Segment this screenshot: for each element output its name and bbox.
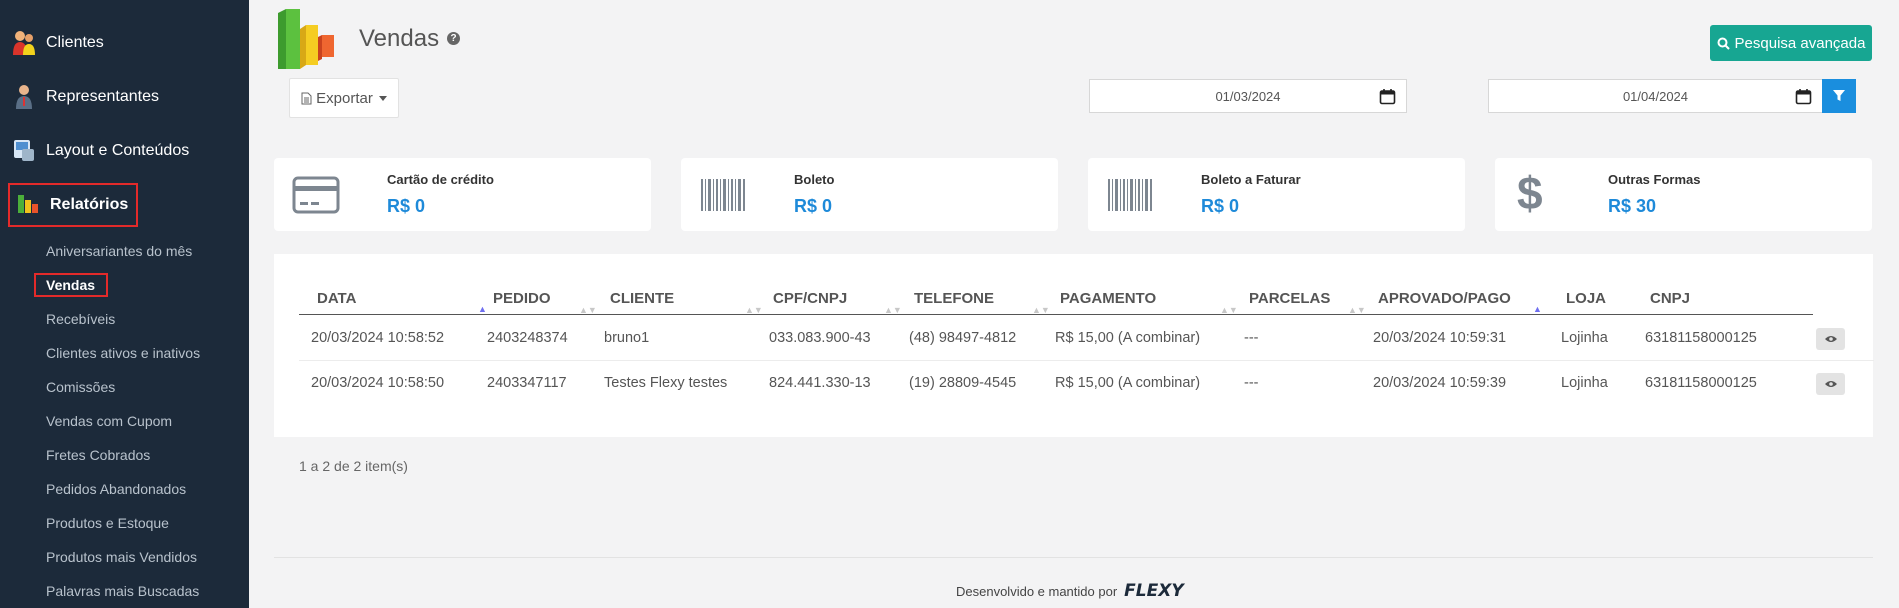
column-header-pagamento[interactable]: PAGAMENTO ▲▼ — [1060, 284, 1238, 315]
sidebar-item-label: Layout e Conteúdos — [46, 142, 190, 159]
view-order-button[interactable] — [1816, 373, 1845, 395]
filter-button[interactable] — [1822, 79, 1856, 113]
table-footer: 1 a 2 de 2 item(s) — [274, 437, 1873, 514]
summary-card-boleto: Boleto R$ 0 — [681, 158, 1058, 231]
reports-submenu: Aniversariantes do mês Vendas Recebíveis… — [0, 232, 249, 608]
sidebar-item-label: Relatórios — [50, 196, 129, 213]
column-header-cnpj[interactable]: CNPJ — [1650, 284, 1690, 314]
search-icon — [1717, 37, 1730, 50]
flexy-logo[interactable]: FLEXY — [1124, 581, 1183, 601]
column-header-cpf[interactable]: CPF/CNPJ ▲▼ — [773, 284, 902, 315]
sidebar-item-relatorios[interactable]: Relatórios — [0, 178, 249, 232]
reports-icon — [16, 191, 40, 219]
clients-icon — [12, 29, 36, 57]
sidebar-item-representantes[interactable]: Representantes — [0, 70, 249, 124]
calendar-icon[interactable] — [1795, 88, 1812, 105]
pagination-info: 1 a 2 de 2 item(s) — [299, 458, 408, 474]
svg-text:$: $ — [1517, 171, 1543, 215]
card-value: R$ 30 — [1608, 196, 1657, 216]
sidebar-item-label: Representantes — [46, 88, 159, 105]
sidebar-item-label: Clientes — [46, 34, 104, 51]
filter-icon — [1833, 90, 1845, 101]
layout-icon — [12, 137, 36, 165]
column-header-parcelas[interactable]: PARCELAS ▲▼ — [1249, 284, 1366, 315]
eye-icon — [1824, 336, 1837, 342]
main-content: Vendas ? Pesquisa avançada Exportar 01/0… — [249, 0, 1899, 608]
card-value: R$ 0 — [387, 196, 426, 216]
submenu-item-vendas-cupom[interactable]: Vendas com Cupom — [0, 404, 249, 438]
sales-table-panel: DATA ▲ PEDIDO ▲▼ CLIENTE ▲▼ CPF/CNPJ ▲▼ TELE… — [274, 254, 1874, 514]
card-label: Boleto a Faturar — [1201, 172, 1301, 187]
dollar-icon: $ — [1517, 171, 1543, 215]
calendar-icon[interactable] — [1379, 88, 1396, 105]
page-footer: Desenvolvido e mantido por FLEXY — [956, 581, 1184, 601]
table-row: 20/03/2024 10:58:50 2403347117 Testes Fl… — [299, 361, 1874, 406]
submenu-item-clientes-ativos[interactable]: Clientes ativos e inativos — [0, 336, 249, 370]
card-label: Cartão de crédito — [387, 172, 494, 187]
sidebar: Clientes Representantes Layout e Conteúd… — [0, 0, 249, 608]
card-value: R$ 0 — [1201, 196, 1240, 216]
view-order-button[interactable] — [1816, 328, 1845, 350]
summary-card-boleto-faturar: Boleto a Faturar R$ 0 — [1088, 158, 1465, 231]
summary-card-outras: $ Outras Formas R$ 30 — [1495, 158, 1872, 231]
submenu-item-produtos-estoque[interactable]: Produtos e Estoque — [0, 506, 249, 540]
submenu-item-palavras-buscadas[interactable]: Palavras mais Buscadas — [0, 574, 249, 608]
footer-text: Desenvolvido e mantido por — [956, 583, 1118, 599]
barcode-icon — [701, 179, 745, 211]
submenu-item-comissoes[interactable]: Comissões — [0, 370, 249, 404]
start-date-input[interactable]: 01/03/2024 — [1089, 79, 1407, 113]
credit-card-icon — [292, 176, 340, 214]
column-header-cliente[interactable]: CLIENTE ▲▼ — [610, 284, 763, 315]
eye-icon — [1824, 381, 1837, 387]
submenu-item-fretes[interactable]: Fretes Cobrados — [0, 438, 249, 472]
submenu-item-pedidos-abandonados[interactable]: Pedidos Abandonados — [0, 472, 249, 506]
card-label: Boleto — [794, 172, 835, 187]
sidebar-item-clientes[interactable]: Clientes — [0, 16, 249, 70]
end-date-input[interactable]: 01/04/2024 — [1488, 79, 1823, 113]
column-header-telefone[interactable]: TELEFONE ▲▼ — [914, 284, 1050, 315]
footer-divider — [274, 557, 1873, 558]
card-label: Outras Formas — [1608, 172, 1701, 187]
column-header-aprovado[interactable]: APROVADO/PAGO ▲ — [1378, 284, 1542, 314]
page-title: Vendas — [359, 25, 440, 52]
submenu-item-recebiveis[interactable]: Recebíveis — [0, 302, 249, 336]
chevron-down-icon — [378, 95, 387, 101]
summary-card-credit: Cartão de crédito R$ 0 — [274, 158, 651, 231]
help-icon[interactable]: ? — [447, 32, 460, 45]
sales-report-logo-icon — [274, 7, 334, 73]
export-dropdown-button[interactable]: Exportar — [289, 78, 399, 118]
card-value: R$ 0 — [794, 196, 833, 216]
column-header-pedido[interactable]: PEDIDO ▲▼ — [493, 284, 597, 315]
table-row: 20/03/2024 10:58:52 2403248374 bruno1 03… — [299, 316, 1874, 361]
table-header: DATA ▲ PEDIDO ▲▼ CLIENTE ▲▼ CPF/CNPJ ▲▼ TELE… — [299, 284, 1813, 315]
barcode-icon — [1108, 179, 1152, 211]
submenu-item-vendas[interactable]: Vendas — [0, 268, 249, 302]
column-header-loja[interactable]: LOJA — [1566, 284, 1606, 314]
representative-icon — [12, 83, 36, 111]
sidebar-item-layout[interactable]: Layout e Conteúdos — [0, 124, 249, 178]
file-icon — [301, 92, 312, 104]
submenu-item-aniversariantes[interactable]: Aniversariantes do mês — [0, 234, 249, 268]
column-header-data[interactable]: DATA ▲ — [317, 284, 487, 314]
advanced-search-button[interactable]: Pesquisa avançada — [1710, 25, 1872, 61]
submenu-item-produtos-vendidos[interactable]: Produtos mais Vendidos — [0, 540, 249, 574]
